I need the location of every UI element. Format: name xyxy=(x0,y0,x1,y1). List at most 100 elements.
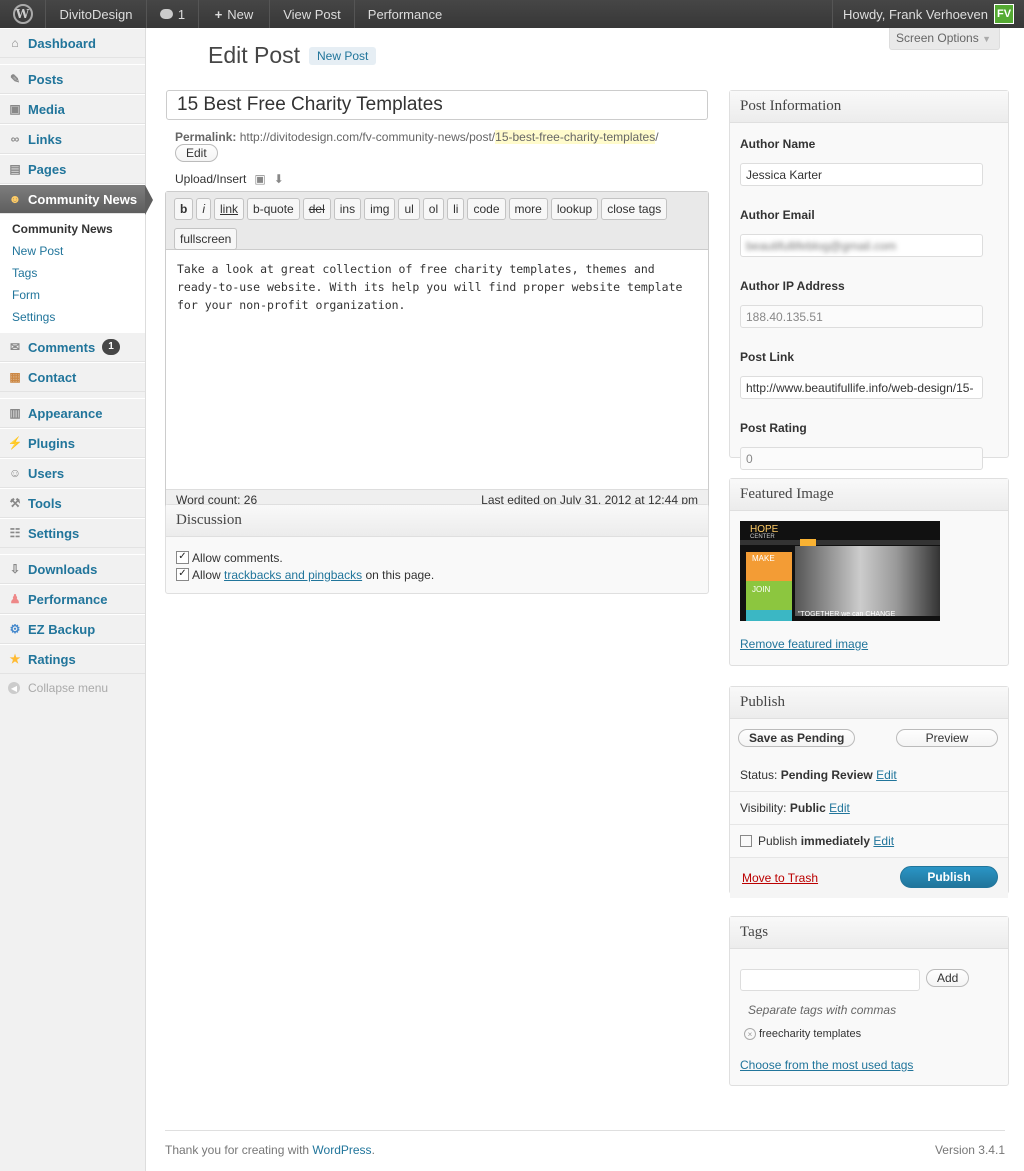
users-group-icon: ☻ xyxy=(8,192,22,206)
menu-media[interactable]: ▣ Media xyxy=(0,94,145,124)
quicktag-ul[interactable]: ul xyxy=(398,198,420,220)
author-email-label: Author Email xyxy=(740,208,815,222)
view-post-link[interactable]: View Post xyxy=(270,0,355,28)
most-used-tags-link[interactable]: Choose from the most used tags xyxy=(740,1058,913,1072)
edit-visibility-link[interactable]: Edit xyxy=(829,801,850,815)
move-to-trash-link[interactable]: Move to Trash xyxy=(742,871,818,885)
quicktag-close-tags[interactable]: close tags xyxy=(601,198,668,220)
allow-comments-checkbox[interactable]: ✓ xyxy=(176,551,189,564)
add-new-post-button[interactable]: New Post xyxy=(309,47,377,65)
status-row: Status: Pending Review Edit xyxy=(730,759,1008,792)
save-pending-button[interactable]: Save as Pending xyxy=(738,729,856,747)
submenu-settings[interactable]: Settings xyxy=(12,306,145,328)
tags-title[interactable]: Tags xyxy=(730,917,1008,949)
publish-button[interactable]: Publish xyxy=(900,866,998,888)
menu-links[interactable]: ∞ Links xyxy=(0,124,145,154)
post-content-textarea[interactable]: Take a look at great collection of free … xyxy=(166,250,708,455)
post-title-input[interactable]: 15 Best Free Charity Templates xyxy=(166,90,708,120)
menu-ratings[interactable]: ★ Ratings xyxy=(0,644,145,674)
trackbacks-link[interactable]: trackbacks and pingbacks xyxy=(224,568,362,582)
edit-schedule-link[interactable]: Edit xyxy=(873,834,894,848)
remove-featured-image-link[interactable]: Remove featured image xyxy=(740,637,868,651)
submenu-new-post[interactable]: New Post xyxy=(12,240,145,262)
publish-when: immediately xyxy=(800,834,871,848)
quicktag-code[interactable]: code xyxy=(467,198,506,220)
screen-options-label: Screen Options xyxy=(896,31,979,45)
comments-count-badge: 1 xyxy=(102,339,120,355)
author-email-field[interactable]: beautifullifeblog@gmail.com xyxy=(740,234,983,257)
pushpin-icon: ✎ xyxy=(9,72,21,86)
admin-menu: ⌂ Dashboard ✎ Posts ▣ Media ∞ Links ▤ Pages ☻… xyxy=(0,28,153,1171)
permalink-end: / xyxy=(655,130,659,144)
author-email-value: beautifullifeblog@gmail.com xyxy=(746,238,897,253)
remove-tag-icon[interactable]: × xyxy=(744,1028,756,1040)
new-tag-input[interactable] xyxy=(740,969,920,991)
screen-options-button[interactable]: Screen Options ▼ xyxy=(889,28,1000,50)
post-information-title[interactable]: Post Information xyxy=(730,91,1008,123)
menu-downloads[interactable]: ⇩ Downloads xyxy=(0,554,145,584)
quicktag-italic[interactable]: i xyxy=(196,198,212,220)
footer-thanks: Thank you for creating with WordPress. xyxy=(165,1143,375,1157)
new-content-menu[interactable]: + New xyxy=(199,0,270,28)
quicktag-fullscreen[interactable]: fullscreen xyxy=(174,228,238,250)
menu-tools[interactable]: ⚒ Tools xyxy=(0,488,145,518)
author-name-field[interactable]: Jessica Karter xyxy=(740,163,983,186)
comments-link[interactable]: 1 xyxy=(147,0,199,28)
performance-link[interactable]: Performance xyxy=(355,0,455,28)
edit-slug-button[interactable]: Edit xyxy=(175,144,218,162)
quicktag-del[interactable]: del xyxy=(302,198,331,220)
menu-appearance[interactable]: ▥ Appearance xyxy=(0,398,145,428)
quicktag-more[interactable]: more xyxy=(508,198,548,220)
menu-label: Dashboard xyxy=(28,35,96,51)
author-ip-field[interactable]: 188.40.135.51 xyxy=(740,305,983,328)
add-tag-button[interactable]: Add xyxy=(926,969,970,987)
menu-plugins[interactable]: ⚡ Plugins xyxy=(0,428,145,458)
collapse-menu-button[interactable]: ◀ Collapse menu xyxy=(0,674,145,702)
quicktag-bold[interactable]: b xyxy=(174,198,194,220)
quicktag-li[interactable]: li xyxy=(447,198,465,220)
quicktag-ol[interactable]: ol xyxy=(422,198,445,220)
menu-ez-backup[interactable]: ⚙ EZ Backup xyxy=(0,614,145,644)
permalink-slug[interactable]: 15-best-free-charity-templates xyxy=(495,130,656,144)
plus-icon: + xyxy=(214,6,223,22)
thumb-caption: "TOGETHER we can CHANGE xyxy=(798,611,896,618)
menu-settings[interactable]: ☷ Settings xyxy=(0,518,145,548)
post-rating-field[interactable]: 0 xyxy=(740,447,983,470)
featured-image-thumbnail[interactable]: HOPE CENTER MAKE JOIN "TOGETHER we can C… xyxy=(740,521,940,621)
menu-performance[interactable]: ♟ Performance xyxy=(0,584,145,614)
publish-label: Publish xyxy=(758,834,798,848)
submenu-form[interactable]: Form xyxy=(12,284,145,306)
allow-pings-checkbox[interactable]: ✓ xyxy=(176,568,189,581)
quicktag-img[interactable]: img xyxy=(364,198,396,220)
quicktags-toolbar: b i link b-quote del ins img ul ol li co… xyxy=(166,192,708,250)
quicktag-ins[interactable]: ins xyxy=(333,198,362,220)
menu-posts[interactable]: ✎ Posts xyxy=(0,64,145,94)
quicktag-blockquote[interactable]: b-quote xyxy=(247,198,300,220)
wp-logo-menu[interactable]: W xyxy=(0,0,46,28)
menu-comments[interactable]: ✉ Comments 1 xyxy=(0,332,145,362)
discussion-title[interactable]: Discussion xyxy=(166,505,708,537)
my-account-menu[interactable]: Howdy, Frank Verhoeven FV xyxy=(832,0,1024,28)
menu-pages[interactable]: ▤ Pages xyxy=(0,154,145,184)
main-content: Screen Options ▼ Edit Post New Post 15 B… xyxy=(146,28,1024,1171)
submenu-tags[interactable]: Tags xyxy=(12,262,145,284)
download-arrow-icon[interactable]: ⬇ xyxy=(274,172,284,186)
post-link-field[interactable]: http://www.beautifullife.info/web-design… xyxy=(740,376,983,399)
menu-community-news[interactable]: ☻ Community News xyxy=(0,184,153,215)
menu-dashboard[interactable]: ⌂ Dashboard xyxy=(0,28,145,58)
status-value: Pending Review xyxy=(780,768,873,782)
submenu-community-news[interactable]: Community News xyxy=(12,218,145,240)
author-name-label: Author Name xyxy=(740,137,816,151)
allow-prefix: Allow xyxy=(192,567,221,582)
menu-contact[interactable]: ▦ Contact xyxy=(0,362,145,392)
site-name-link[interactable]: DivitoDesign xyxy=(46,0,147,28)
quicktag-link[interactable]: link xyxy=(214,198,245,220)
preview-button[interactable]: Preview xyxy=(896,729,998,747)
add-media-icon[interactable]: ▣ xyxy=(254,172,265,186)
edit-status-link[interactable]: Edit xyxy=(876,768,897,782)
quicktag-lookup[interactable]: lookup xyxy=(550,198,599,220)
featured-image-title[interactable]: Featured Image xyxy=(730,479,1008,511)
menu-users[interactable]: ☺ Users xyxy=(0,458,145,488)
wordpress-link[interactable]: WordPress xyxy=(312,1143,371,1157)
publish-title[interactable]: Publish xyxy=(730,687,1008,719)
